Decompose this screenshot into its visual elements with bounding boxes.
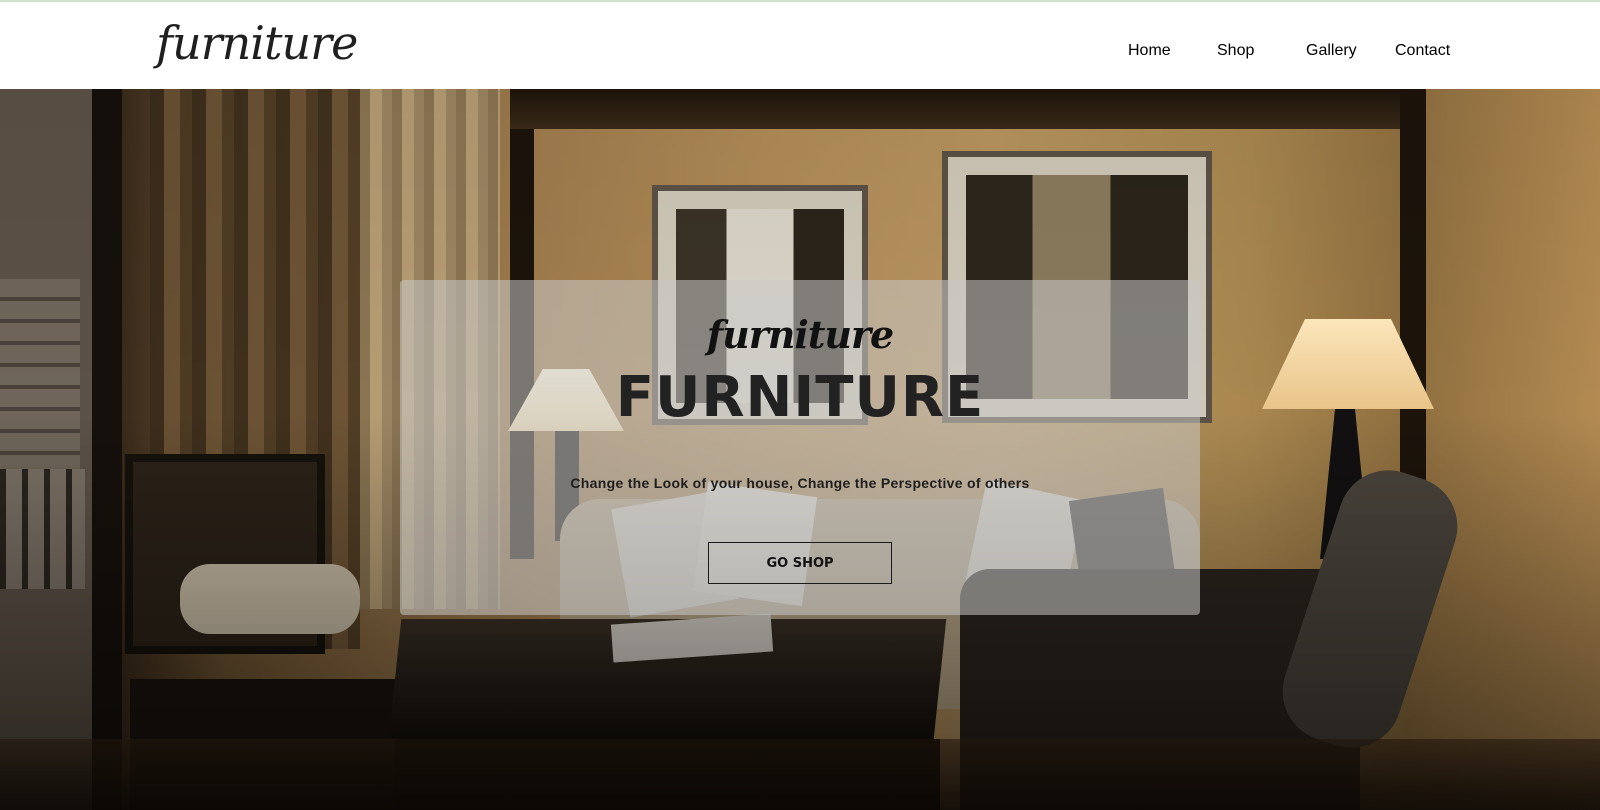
nav-contact-link[interactable]: Contact: [1395, 42, 1450, 64]
hero-title: FURNITURE: [615, 365, 985, 430]
nav-home-link[interactable]: Home: [1128, 42, 1171, 64]
site-header: furniture Home Shop Gallery Contact: [0, 0, 1600, 89]
hero-tagline: Change the Look of your house, Change th…: [570, 475, 1030, 491]
panel-script-logo: furniture: [706, 312, 894, 357]
go-shop-button[interactable]: GO SHOP: [708, 542, 892, 584]
logo[interactable]: furniture: [156, 20, 358, 66]
hero-overlay-panel: furniture FURNITURE Change the Look of y…: [400, 280, 1200, 615]
nav-shop-link[interactable]: Shop: [1217, 42, 1254, 64]
hero-section: furniture FURNITURE Change the Look of y…: [0, 89, 1600, 810]
nav-gallery-link[interactable]: Gallery: [1306, 42, 1357, 64]
